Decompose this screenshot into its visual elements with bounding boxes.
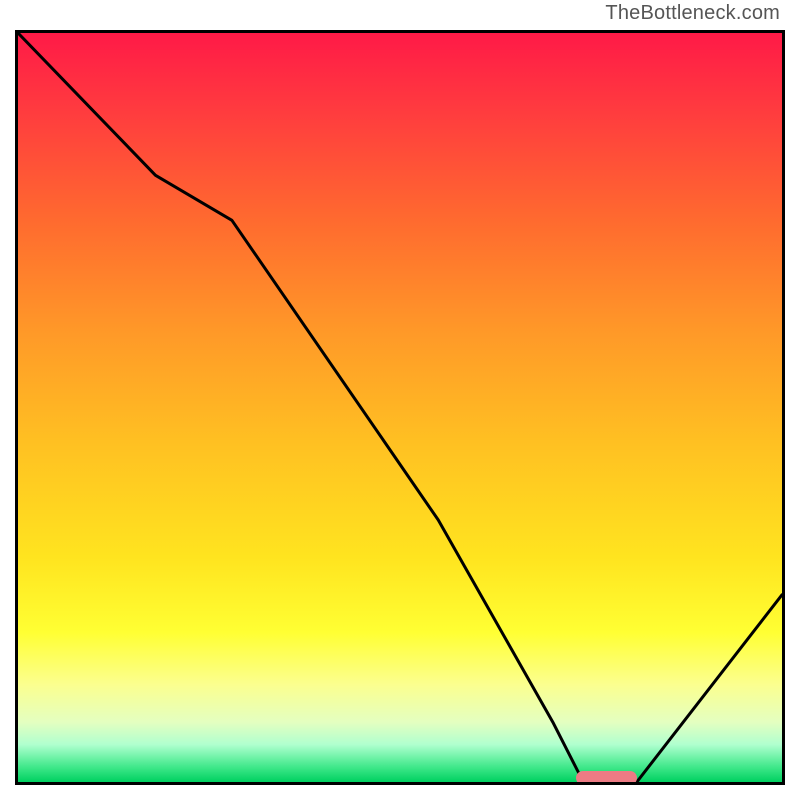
plot-frame [15, 30, 785, 785]
bottleneck-curve [18, 33, 782, 782]
watermark-text: TheBottleneck.com [605, 2, 780, 25]
curve-svg [18, 33, 782, 782]
chart-container: TheBottleneck.com [0, 0, 800, 800]
optimal-range-marker [576, 771, 637, 785]
